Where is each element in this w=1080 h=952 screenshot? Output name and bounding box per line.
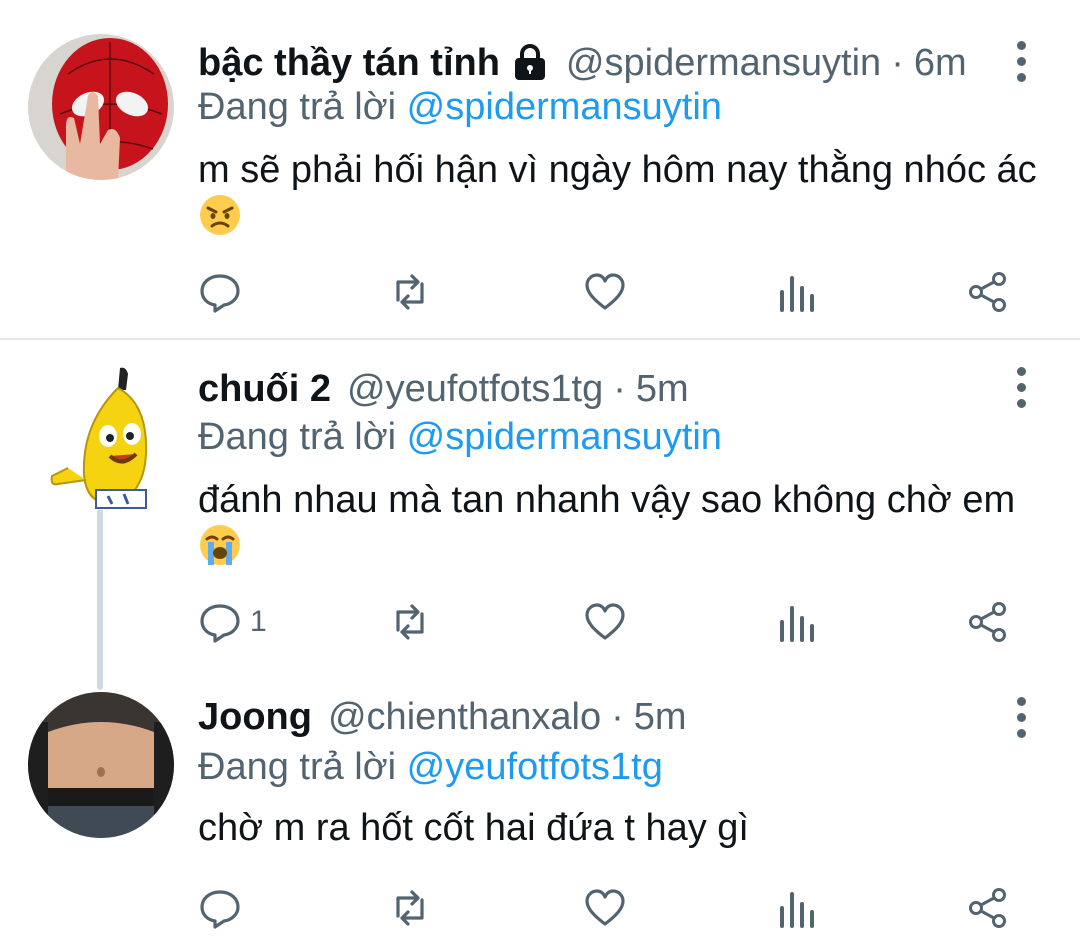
reply-button[interactable]	[198, 268, 250, 316]
display-name[interactable]: Joong	[198, 696, 312, 739]
retweet-button[interactable]	[388, 884, 432, 932]
user-handle[interactable]: @spidermansuytin	[566, 42, 881, 85]
separator-dot: ·	[611, 695, 624, 738]
retweet-button[interactable]	[388, 598, 432, 646]
replying-to-label: Đang trả lời	[198, 746, 397, 788]
separator-dot: ·	[891, 41, 904, 84]
more-options-icon[interactable]	[1006, 36, 1036, 86]
tweet-1[interactable]: bậc thầy tán tỉnh @spidermansuytin · 6m …	[0, 0, 1080, 338]
tweet-text: chờ m ra hốt cốt hai đứa t hay gì	[198, 805, 1048, 851]
reply-icon	[200, 604, 240, 643]
more-options-icon[interactable]	[1006, 692, 1036, 742]
avatar-joong[interactable]	[28, 692, 174, 838]
tweet-text: đánh nhau mà tan nhanh vậy sao không chờ…	[198, 477, 1048, 570]
replying-to: Đang trả lời @yeufotfots1tg	[198, 746, 663, 789]
share-button[interactable]	[966, 598, 1010, 646]
reply-count: 1	[250, 605, 267, 638]
reply-button[interactable]: 1	[198, 598, 267, 646]
tweet-text: m sẽ phải hối hận vì ngày hôm nay thằng …	[198, 147, 1048, 240]
share-button[interactable]	[966, 268, 1010, 316]
analytics-icon	[780, 606, 814, 642]
timestamp[interactable]: 5m	[636, 368, 689, 411]
lock-icon	[510, 43, 550, 83]
retweet-icon	[396, 890, 424, 926]
heart-icon	[585, 273, 625, 310]
angry-face-emoji-icon	[198, 193, 242, 237]
more-options-icon[interactable]	[1006, 362, 1036, 412]
like-button[interactable]	[583, 884, 627, 932]
loudly-crying-face-emoji-icon	[198, 523, 242, 567]
tweet-actions	[198, 268, 1018, 316]
like-button[interactable]	[583, 598, 627, 646]
reply-mention-link[interactable]: @yeufotfots1tg	[407, 746, 663, 788]
reply-icon	[200, 890, 240, 929]
reply-button[interactable]	[198, 884, 250, 932]
user-handle[interactable]: @yeufotfots1tg	[347, 368, 603, 411]
like-button[interactable]	[583, 268, 627, 316]
tweet-text-content: đánh nhau mà tan nhanh vậy sao không chờ…	[198, 479, 1016, 521]
analytics-button[interactable]	[776, 598, 820, 646]
heart-icon	[585, 889, 625, 926]
reply-mention-link[interactable]: @spidermansuytin	[407, 86, 722, 128]
analytics-button[interactable]	[776, 268, 820, 316]
avatar-spiderman[interactable]	[28, 34, 174, 180]
tweet-actions	[198, 884, 1018, 932]
avatar-banana[interactable]	[28, 364, 174, 510]
timestamp[interactable]: 6m	[914, 42, 967, 85]
tweet-3[interactable]: Joong @chienthanxalo · 5m Đang trả lời @…	[0, 690, 1080, 952]
separator-dot: ·	[613, 367, 626, 410]
analytics-button[interactable]	[776, 884, 820, 932]
user-handle[interactable]: @chienthanxalo	[328, 696, 601, 739]
tweet-text-content: m sẽ phải hối hận vì ngày hôm nay thằng …	[198, 149, 1037, 191]
share-icon	[969, 602, 1006, 642]
analytics-icon	[780, 276, 814, 312]
replying-to-label: Đang trả lời	[198, 416, 397, 458]
analytics-icon	[780, 892, 814, 928]
tweet-text-content: chờ m ra hốt cốt hai đứa t hay gì	[198, 807, 749, 849]
reply-icon	[200, 274, 240, 313]
retweet-icon	[396, 604, 424, 640]
timestamp[interactable]: 5m	[634, 696, 687, 739]
replying-to: Đang trả lời @spidermansuytin	[198, 86, 722, 129]
reply-mention-link[interactable]: @spidermansuytin	[407, 416, 722, 458]
share-button[interactable]	[966, 884, 1010, 932]
tweet-header: bậc thầy tán tỉnh @spidermansuytin · 6m	[198, 38, 967, 88]
tweet-2[interactable]: chuối 2 @yeufotfots1tg · 5m Đang trả lời…	[0, 340, 1080, 690]
replying-to-label: Đang trả lời	[198, 86, 397, 128]
share-icon	[969, 888, 1006, 928]
heart-icon	[585, 603, 625, 640]
tweet-header: Joong @chienthanxalo · 5m	[198, 692, 687, 742]
tweet-actions: 1	[198, 598, 1018, 646]
thread-line	[97, 500, 103, 690]
retweet-icon	[396, 274, 424, 310]
retweet-button[interactable]	[388, 268, 432, 316]
display-name[interactable]: bậc thầy tán tỉnh	[198, 42, 500, 85]
replying-to: Đang trả lời @spidermansuytin	[198, 416, 722, 459]
display-name[interactable]: chuối 2	[198, 368, 331, 411]
share-icon	[969, 272, 1006, 312]
tweet-header: chuối 2 @yeufotfots1tg · 5m	[198, 364, 689, 414]
